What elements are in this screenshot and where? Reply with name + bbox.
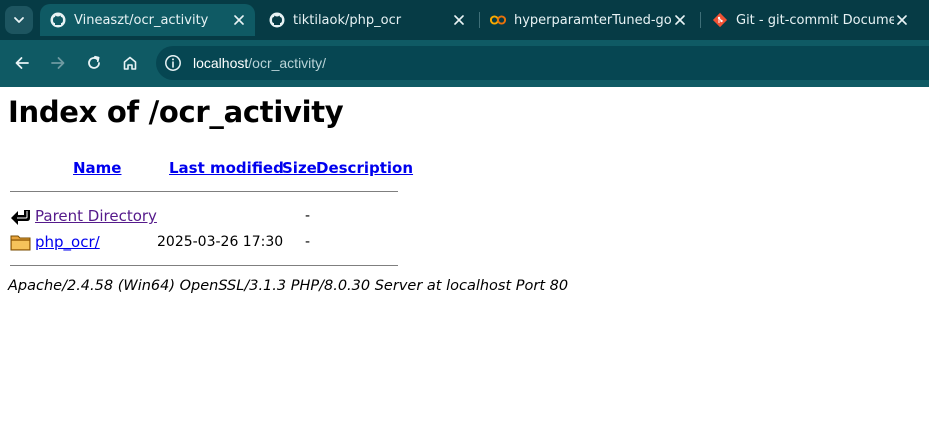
divider (10, 191, 398, 192)
tab-tiktilaok-php-ocr[interactable]: tiktilaok/php_ocr (259, 4, 475, 36)
parent-directory-link[interactable]: Parent Directory (35, 207, 157, 225)
divider (10, 265, 398, 266)
tab-vineaszt-ocr-activity[interactable]: Vineaszt/ocr_activity (40, 4, 255, 36)
php-ocr-folder-link[interactable]: php_ocr/ (35, 233, 100, 251)
column-header-name[interactable]: Name (73, 159, 121, 177)
forward-arrow-icon (51, 57, 65, 69)
forward-button[interactable] (45, 50, 71, 76)
tab-title: tiktilaok/php_ocr (293, 12, 402, 28)
server-signature: Apache/2.4.58 (Win64) OpenSSL/3.1.3 PHP/… (8, 278, 569, 294)
back-button[interactable] (9, 50, 35, 76)
home-button[interactable] (117, 50, 143, 76)
url-host: localhost (193, 55, 249, 71)
tab-title: Vineaszt/ocr_activity (74, 12, 209, 28)
address-bar[interactable]: localhost/ocr_activity/ (156, 46, 929, 80)
tab-git-commit-documentation[interactable]: Git - git-commit Documenta (702, 4, 918, 36)
home-icon (123, 56, 137, 70)
column-header-description[interactable]: Description (316, 159, 413, 177)
browser-toolbar: localhost/ocr_activity/ (0, 40, 929, 87)
size-cell: - (305, 234, 311, 250)
column-header-size[interactable]: Size (282, 159, 317, 177)
tab-title: Git - git-commit Documenta (736, 12, 894, 28)
size-cell: - (305, 208, 311, 224)
reload-icon (88, 55, 100, 69)
close-icon[interactable] (231, 12, 247, 28)
tab-strip: Vineaszt/ocr_activity tiktilaok/php_ocr … (0, 0, 929, 40)
tab-hyperparameter-tuned[interactable]: hyperparamterTuned-good/ (480, 4, 696, 36)
back-arrow-icon (15, 57, 29, 69)
folder-icon (10, 232, 32, 252)
tab-title: hyperparamterTuned-good/ (514, 12, 672, 28)
site-info-icon[interactable] (164, 54, 182, 72)
chevron-down-icon (14, 17, 24, 23)
back-arrow-icon (10, 206, 32, 226)
tab-separator (700, 12, 701, 28)
git-icon (712, 12, 728, 28)
modified-cell: 2025-03-26 17:30 (157, 234, 284, 250)
tab-search-button[interactable] (5, 6, 33, 34)
page-title: Index of /ocr_activity (8, 95, 344, 129)
close-icon[interactable] (672, 12, 688, 28)
column-header-last-modified[interactable]: Last modified (169, 159, 284, 177)
url-path: /ocr_activity/ (248, 55, 327, 71)
colab-icon (490, 12, 506, 28)
github-icon (50, 12, 66, 28)
close-icon[interactable] (451, 12, 467, 28)
url-text[interactable]: localhost/ocr_activity/ (193, 55, 326, 71)
reload-button[interactable] (81, 50, 107, 76)
github-icon (269, 12, 285, 28)
close-icon[interactable] (894, 12, 910, 28)
